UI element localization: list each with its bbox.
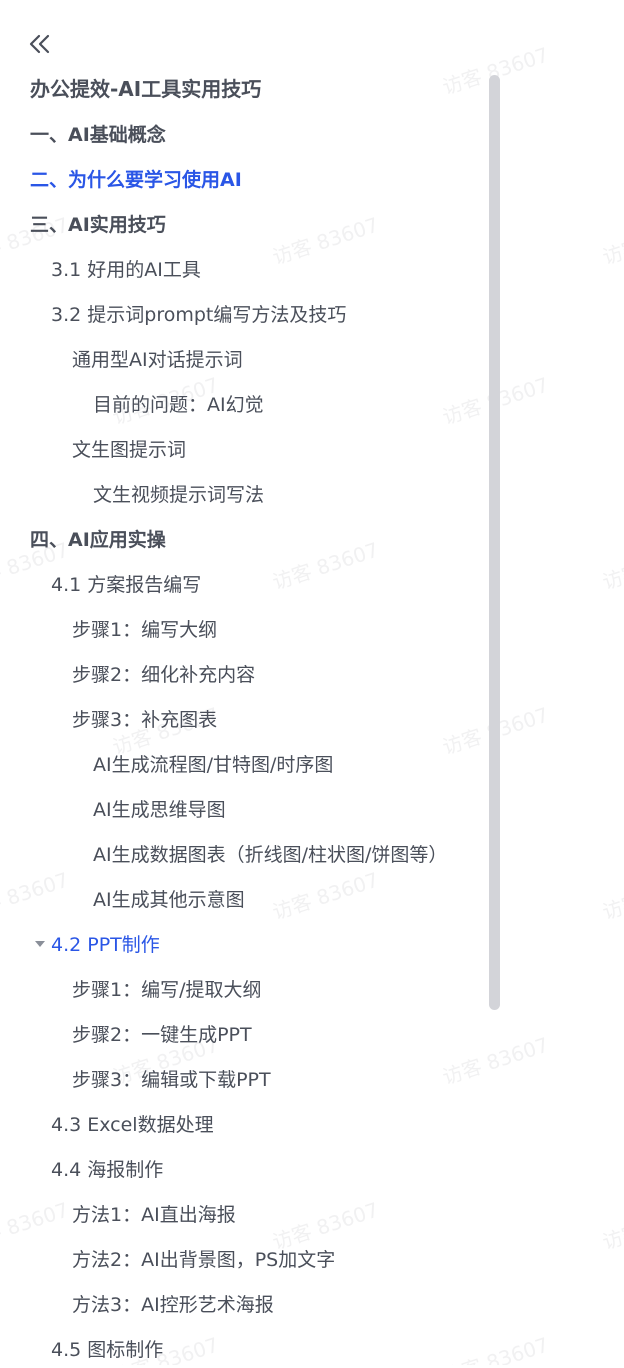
toc-item-label: 步骤3：补充图表 [72, 709, 218, 731]
watermark: 访客 83607 [599, 1198, 624, 1255]
toc-item-label: 步骤3：编辑或下载PPT [72, 1069, 271, 1091]
double-chevron-left-icon [29, 34, 50, 54]
toc-item[interactable]: 方法1：AI直出海报 [72, 1197, 236, 1233]
toc-item[interactable]: 3.2 提示词prompt编写方法及技巧 [51, 297, 346, 333]
toc-item[interactable]: 文生图提示词 [72, 432, 186, 468]
toc-item[interactable]: 3.1 好用的AI工具 [51, 252, 201, 288]
toc-item[interactable]: 4.3 Excel数据处理 [51, 1107, 214, 1143]
toc-item-label: 方法1：AI直出海报 [72, 1204, 236, 1226]
scrollbar-thumb[interactable] [489, 75, 500, 1010]
toc-item[interactable]: AI生成思维导图 [93, 792, 226, 828]
toc-item[interactable]: 步骤1：编写大纲 [72, 612, 217, 648]
toc-item[interactable]: 方法2：AI出背景图，PS加文字 [72, 1242, 335, 1278]
toc-item-label: 通用型AI对话提示词 [72, 349, 243, 371]
toc-item-label: 步骤2：一键生成PPT [72, 1024, 252, 1046]
toc-item-label: 4.3 Excel数据处理 [51, 1114, 214, 1136]
toc-item-label: 目前的问题：AI幻觉 [93, 394, 264, 416]
toc-item[interactable]: 步骤3：补充图表 [72, 702, 217, 738]
toc-item[interactable]: 一、AI基础概念 [30, 117, 166, 153]
toc-item[interactable]: 步骤2：细化补充内容 [72, 657, 255, 693]
toc-item[interactable]: 文生视频提示词写法 [93, 477, 264, 513]
toc-item[interactable]: 三、AI实用技巧 [30, 207, 166, 243]
toc-item-label: 4.4 海报制作 [51, 1159, 164, 1181]
toc-item[interactable]: AI生成数据图表（折线图/柱状图/饼图等） [93, 837, 447, 873]
toc-item-label: 步骤1：编写大纲 [72, 619, 218, 641]
toc-item[interactable]: 目前的问题：AI幻觉 [93, 387, 264, 423]
toc-item[interactable]: AI生成其他示意图 [93, 882, 245, 918]
toc-item[interactable]: 步骤3：编辑或下载PPT [72, 1062, 271, 1098]
caret-down-icon[interactable] [33, 927, 47, 963]
toc-item[interactable]: 步骤2：一键生成PPT [72, 1017, 252, 1053]
toc-item-label: 4.2 PPT制作 [51, 934, 160, 956]
toc-item-label: AI生成流程图/甘特图/时序图 [93, 754, 334, 776]
document-title[interactable]: 办公提效-AI工具实用技巧 [30, 74, 261, 104]
watermark: 访客 83607 [599, 538, 624, 595]
toc-item[interactable]: 通用型AI对话提示词 [72, 342, 243, 378]
toc-item-label: AI生成思维导图 [93, 799, 226, 821]
watermark: 访客 83607 [599, 213, 624, 270]
watermark: 访客 83607 [0, 867, 72, 925]
toc-item[interactable]: 4.1 方案报告编写 [51, 567, 201, 603]
toc-item-label: 3.2 提示词prompt编写方法及技巧 [51, 304, 347, 326]
toc-item-label: 四、AI应用实操 [30, 529, 166, 551]
toc-item-label: 文生视频提示词写法 [93, 484, 265, 506]
toc-item-label: 文生图提示词 [72, 439, 187, 461]
toc-item-label: 二、为什么要学习使用AI [30, 169, 242, 191]
watermark: 访客 83607 [269, 537, 382, 595]
toc-item[interactable]: 步骤1：编写/提取大纲 [72, 972, 262, 1008]
toc-item-label: 方法2：AI出背景图，PS加文字 [72, 1249, 336, 1271]
toc-item-label: 方法3：AI控形艺术海报 [72, 1294, 274, 1316]
watermark: 访客 83607 [599, 868, 624, 925]
toc-item-label: AI生成其他示意图 [93, 889, 245, 911]
watermark: 访客 83607 [269, 212, 382, 270]
toc-item-label: 4.1 方案报告编写 [51, 574, 202, 596]
toc-item-label: 4.5 图标制作 [51, 1339, 164, 1361]
toc-item[interactable]: 方法3：AI控形艺术海报 [72, 1287, 274, 1323]
toc-item-label: 步骤2：细化补充内容 [72, 664, 256, 686]
toc-item[interactable]: 4.4 海报制作 [51, 1152, 163, 1188]
collapse-sidebar-button[interactable] [26, 30, 54, 58]
toc-item-label: 3.1 好用的AI工具 [51, 259, 201, 281]
toc-item-label: 三、AI实用技巧 [30, 214, 166, 236]
watermark: 访客 83607 [439, 1332, 552, 1365]
toc-item[interactable]: 四、AI应用实操 [30, 522, 166, 558]
toc-item-label: AI生成数据图表（折线图/柱状图/饼图等） [93, 844, 448, 866]
toc-item[interactable]: AI生成流程图/甘特图/时序图 [93, 747, 333, 783]
watermark: 访客 83607 [439, 1032, 552, 1090]
watermark: 访客 83607 [0, 1197, 72, 1255]
toc-item-label: 步骤1：编写/提取大纲 [72, 979, 262, 1001]
toc-item-label: 一、AI基础概念 [30, 124, 166, 146]
toc-item[interactable]: 二、为什么要学习使用AI [30, 162, 242, 198]
toc-item[interactable]: 4.2 PPT制作 [35, 927, 160, 963]
toc-item[interactable]: 4.5 图标制作 [51, 1332, 163, 1368]
